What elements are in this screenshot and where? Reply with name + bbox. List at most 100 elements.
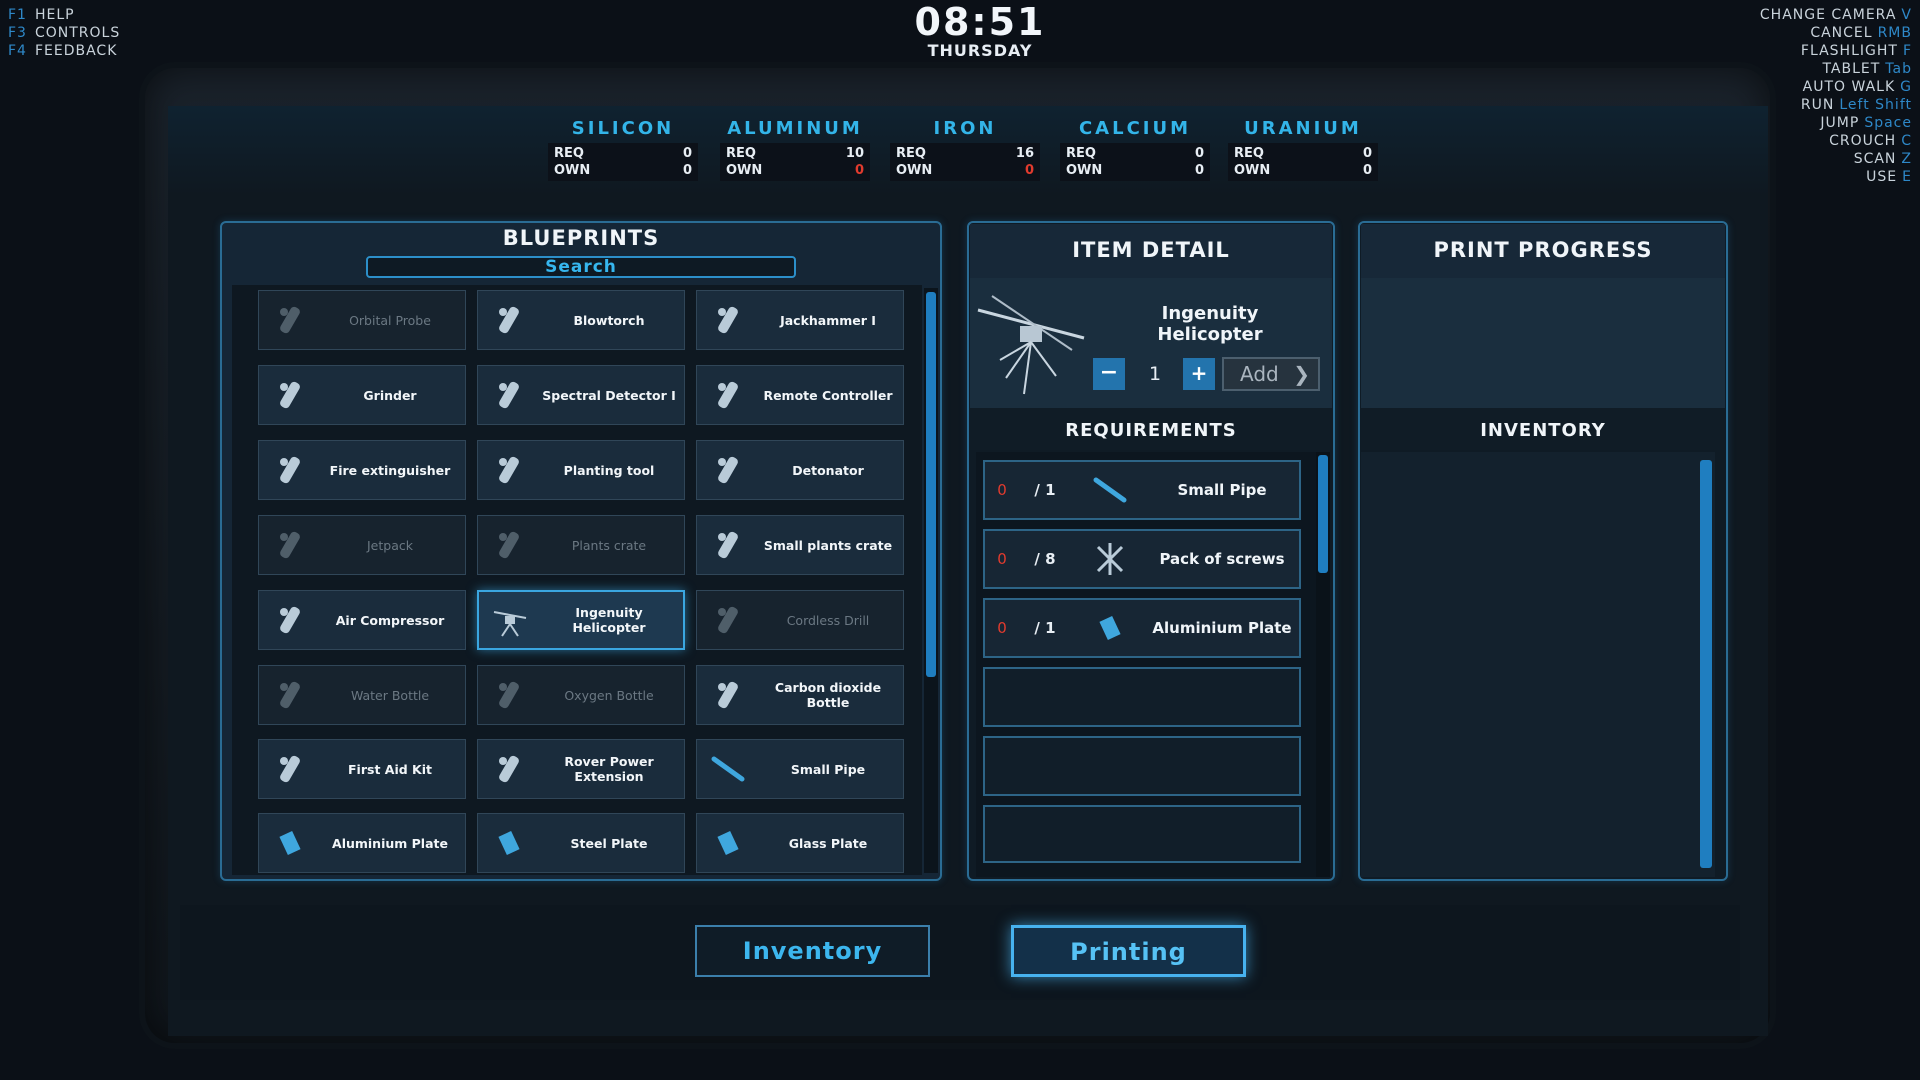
resource-name: CALCIUM [1078,118,1192,139]
blueprint-item[interactable]: Oxygen Bottle [477,665,685,725]
clock-time: 08:51 [914,0,1046,44]
blueprint-item-label: Air Compressor [335,612,445,628]
resource-name: IRON [933,118,997,139]
blueprint-item[interactable]: Planting tool [477,440,685,500]
keybind-action: CANCEL [1810,25,1873,41]
blueprint-item[interactable]: Air Compressor [258,590,466,650]
blueprint-item[interactable]: Jackhammer I [696,290,904,350]
blueprint-item-label: Cordless Drill [786,612,870,628]
hud-controls-row: F3 CONTROLS [8,25,121,41]
blueprint-item[interactable]: Remote Controller [696,365,904,425]
screws-icon [1075,539,1145,579]
keybind-action: SCAN [1853,151,1897,167]
blueprint-item-label: First Aid Kit [348,761,432,777]
keybind-action: RUN [1800,97,1835,113]
blueprint-item[interactable]: Aluminium Plate [258,813,466,873]
blueprint-item[interactable]: Detonator [696,440,904,500]
decrease-quantity-button[interactable]: − [1093,358,1125,390]
blueprint-item[interactable]: Rover Power Extension [477,739,685,799]
req-label: REQ [1066,146,1096,161]
resource-required-row: REQ 10 [726,145,864,162]
keybind-key: Z [1901,151,1912,167]
blueprint-item[interactable]: Jetpack [258,515,466,575]
inventory-scrollbar-thumb[interactable] [1700,460,1712,868]
resource-counts: REQ 0 OWN 0 [1060,143,1210,181]
own-label: OWN [554,163,591,178]
blueprint-item[interactable]: Blowtorch [477,290,685,350]
chevron-right-icon: ❯ [1293,362,1310,386]
keybind-key: V [1901,7,1912,23]
keybind-row: FLASHLIGHT F [1760,42,1912,60]
keybind-row: AUTO WALK G [1760,78,1912,96]
blueprint-item[interactable]: Small plants crate [696,515,904,575]
req-value: 0 [682,146,692,161]
requirement-need: / 1 [1034,481,1056,499]
requirement-have: 0 [997,619,1007,637]
requirements-scrollbar-thumb[interactable] [1318,455,1328,573]
keybind-row: RUN Left Shift [1760,96,1912,114]
requirement-have: 0 [997,481,1007,499]
blueprint-item[interactable]: Spectral Detector I [477,365,685,425]
blueprint-item[interactable]: Water Bottle [258,665,466,725]
blueprint-item[interactable]: Fire extinguisher [258,440,466,500]
blueprint-item[interactable]: Glass Plate [696,813,904,873]
jetpack-icon [259,516,321,574]
resource-name: URANIUM [1244,118,1362,139]
blueprint-item[interactable]: Carbon dioxide Bottle [696,665,904,725]
blueprint-item[interactable]: Orbital Probe [258,290,466,350]
blueprint-item[interactable]: Small Pipe [696,739,904,799]
resource-calcium: CALCIUM REQ 0 OWN 0 [1060,118,1210,181]
keybind-row: TABLET Tab [1760,60,1912,78]
resource-counts: REQ 16 OWN 0 [890,143,1040,181]
add-to-queue-button[interactable]: Add ❯ [1222,357,1320,391]
own-label: OWN [896,163,933,178]
oxygen-bottle-icon [478,666,540,724]
inventory-tab-button[interactable]: Inventory [695,925,930,977]
keybind-key: Left Shift [1839,97,1912,113]
clock-day: THURSDAY [927,41,1033,60]
blueprint-item-label: Ingenuity Helicopter [572,605,646,635]
water-bottle-icon [259,666,321,724]
item-name: Ingenuity Helicopter [1157,303,1263,345]
inventory-title: INVENTORY [1480,420,1606,441]
blueprint-item-label: Small plants crate [763,537,893,553]
resource-owned-row: OWN 0 [726,162,864,179]
game-clock: 08:51 THURSDAY [880,0,1080,60]
keybind-key: E [1902,169,1912,185]
probe-icon [259,291,321,349]
own-value: 0 [1362,163,1372,178]
blueprint-item[interactable]: First Aid Kit [258,739,466,799]
own-value: 0 [682,163,692,178]
blueprint-search-input[interactable]: Search [366,256,796,278]
plate-icon [478,814,540,872]
small-crate-icon [697,516,759,574]
req-value: 0 [1362,146,1372,161]
blueprint-item[interactable]: Grinder [258,365,466,425]
print-progress-area [1361,278,1725,408]
requirement-need: / 1 [1034,619,1056,637]
grinder-icon [259,366,321,424]
helicopter-icon [972,290,1090,400]
printing-tab-button[interactable]: Printing [1011,925,1246,977]
blueprint-item-label: Water Bottle [350,687,430,703]
blueprint-item[interactable]: Cordless Drill [696,590,904,650]
detector-icon [478,366,540,424]
req-label: REQ [1234,146,1264,161]
blueprint-scrollbar-thumb[interactable] [926,292,936,677]
increase-quantity-button[interactable]: + [1183,358,1215,390]
blueprint-item[interactable]: Plants crate [477,515,685,575]
helicopter-icon [479,592,541,648]
planting-tool-icon [478,441,540,499]
crate-icon [478,516,540,574]
requirement-slot-empty [983,667,1301,727]
keybind-action: CROUCH [1829,133,1897,149]
blueprint-item[interactable]: Steel Plate [477,813,685,873]
remote-icon [697,366,759,424]
own-value: 0 [1194,163,1204,178]
resource-uranium: URANIUM REQ 0 OWN 0 [1228,118,1378,181]
keybind-action: FLASHLIGHT [1800,43,1898,59]
req-value: 16 [1015,146,1034,161]
blueprint-item[interactable]: Ingenuity Helicopter [477,590,685,650]
resource-counts: REQ 0 OWN 0 [1228,143,1378,181]
power-extension-icon [478,740,540,798]
